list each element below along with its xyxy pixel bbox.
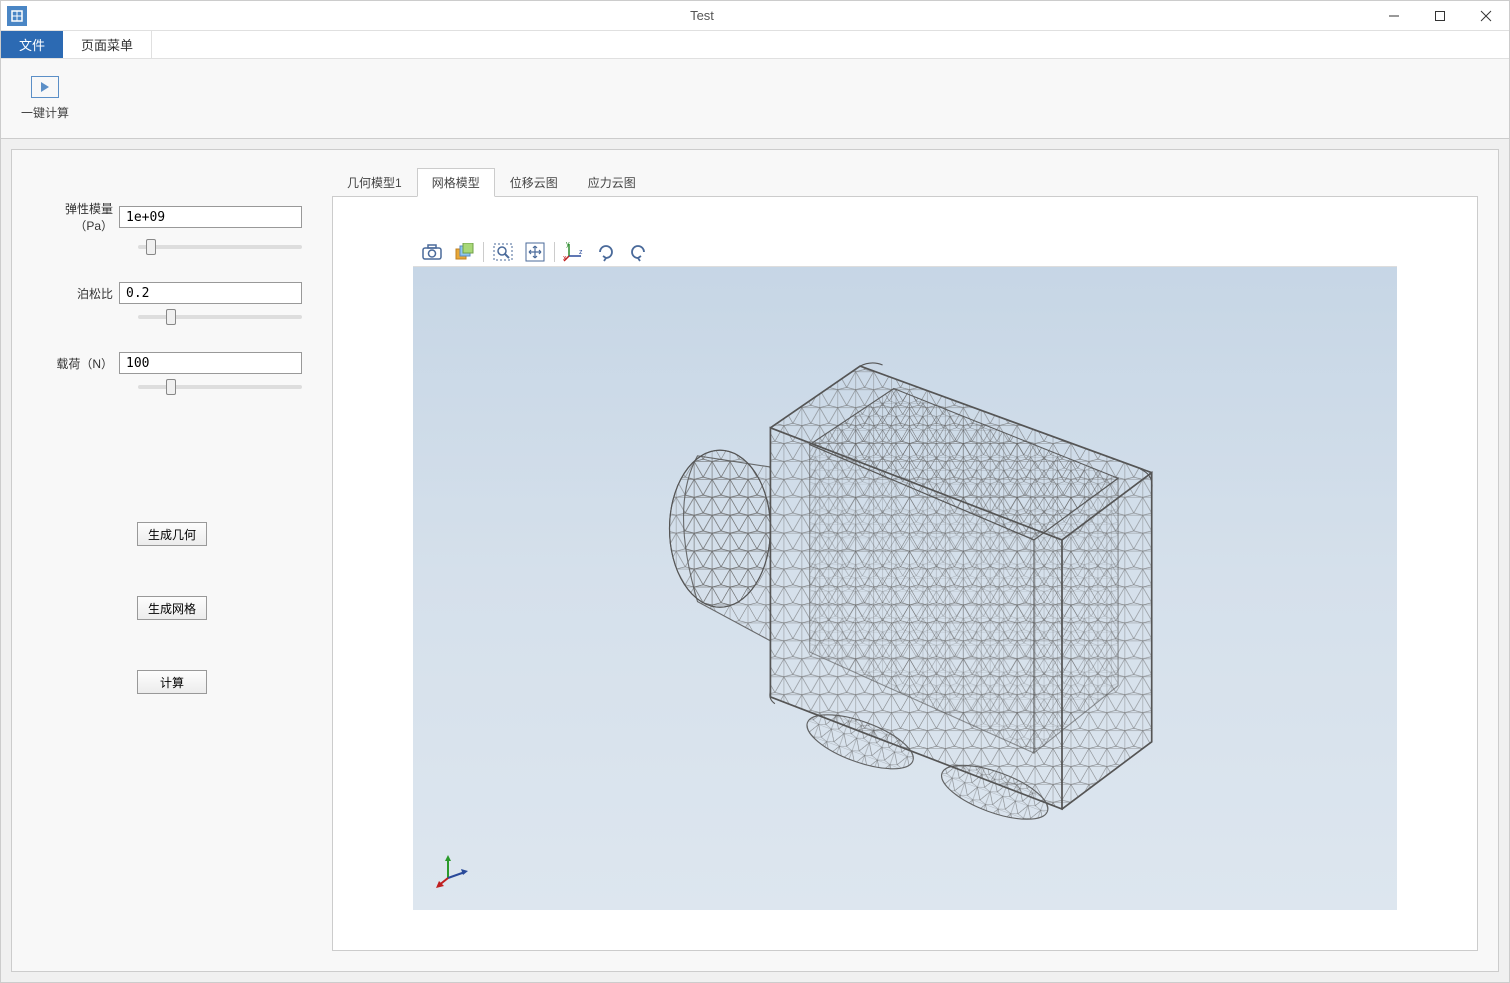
- app-icon: [7, 6, 27, 26]
- generate-mesh-button[interactable]: 生成网格: [137, 596, 207, 620]
- camera-icon[interactable]: [417, 239, 447, 265]
- svg-text:z: z: [579, 249, 583, 256]
- toolbar-separator: [483, 242, 484, 262]
- parameter-panel: 弹性模量（Pa） 泊松比 载荷（N）: [12, 150, 332, 971]
- rotate-clockwise-icon[interactable]: [591, 239, 621, 265]
- pan-icon[interactable]: [520, 239, 550, 265]
- result-tabs: 几何模型1 网格模型 位移云图 应力云图: [332, 170, 1478, 196]
- svg-text:y: y: [566, 242, 570, 248]
- menu-file[interactable]: 文件: [1, 31, 63, 58]
- app-window: Test 文件 页面菜单 一键计算 弹性模: [0, 0, 1510, 983]
- tab-displacement[interactable]: 位移云图: [495, 168, 573, 196]
- window-title: Test: [33, 8, 1371, 23]
- svg-text:x: x: [563, 255, 567, 262]
- copy-layers-icon[interactable]: [449, 239, 479, 265]
- rotate-counterclockwise-icon[interactable]: [623, 239, 653, 265]
- load-input[interactable]: [119, 352, 302, 374]
- load-label: 载荷（N）: [42, 355, 119, 372]
- load-slider[interactable]: [138, 385, 302, 389]
- ribbon: 一键计算: [1, 59, 1509, 139]
- tab-mesh[interactable]: 网格模型: [417, 168, 495, 197]
- menubar: 文件 页面菜单: [1, 31, 1509, 59]
- elastic-modulus-label: 弹性模量（Pa）: [42, 200, 119, 234]
- compute-all-label: 一键计算: [21, 104, 69, 121]
- mesh-wireframe: [413, 282, 1397, 910]
- orientation-triad-icon: [433, 850, 473, 890]
- elastic-modulus-input[interactable]: [119, 206, 302, 228]
- toolbar-separator: [554, 242, 555, 262]
- elastic-modulus-row: 弹性模量（Pa）: [42, 200, 302, 234]
- tab-stress[interactable]: 应力云图: [573, 168, 651, 196]
- poisson-ratio-row: 泊松比: [42, 282, 302, 304]
- compute-button[interactable]: 计算: [137, 670, 207, 694]
- axes-icon[interactable]: y z x: [559, 239, 589, 265]
- elastic-modulus-slider[interactable]: [138, 245, 302, 249]
- action-buttons: 生成几何 生成网格 计算: [42, 522, 302, 694]
- elastic-modulus-slider-wrap: [42, 238, 302, 252]
- viewport-panel: 几何模型1 网格模型 位移云图 应力云图: [332, 150, 1498, 971]
- window-controls: [1371, 1, 1509, 31]
- poisson-ratio-slider[interactable]: [138, 315, 302, 319]
- play-icon: [31, 76, 59, 98]
- content-inner: 弹性模量（Pa） 泊松比 载荷（N）: [11, 149, 1499, 972]
- poisson-ratio-slider-wrap: [42, 308, 302, 322]
- zoom-box-icon[interactable]: [488, 239, 518, 265]
- generate-geometry-button[interactable]: 生成几何: [137, 522, 207, 546]
- load-slider-wrap: [42, 378, 302, 392]
- tab-geometry[interactable]: 几何模型1: [332, 168, 417, 196]
- 3d-viewport[interactable]: [413, 237, 1397, 910]
- load-row: 载荷（N）: [42, 352, 302, 374]
- close-button[interactable]: [1463, 1, 1509, 31]
- menu-page[interactable]: 页面菜单: [63, 31, 152, 58]
- maximize-button[interactable]: [1417, 1, 1463, 31]
- compute-all-button[interactable]: 一键计算: [11, 70, 79, 127]
- content-area: 弹性模量（Pa） 泊松比 载荷（N）: [1, 139, 1509, 982]
- viewport-container: y z x: [332, 196, 1478, 951]
- viewport-toolbar: y z x: [413, 237, 1397, 267]
- titlebar: Test: [1, 1, 1509, 31]
- minimize-button[interactable]: [1371, 1, 1417, 31]
- poisson-ratio-label: 泊松比: [42, 285, 119, 302]
- poisson-ratio-input[interactable]: [119, 282, 302, 304]
